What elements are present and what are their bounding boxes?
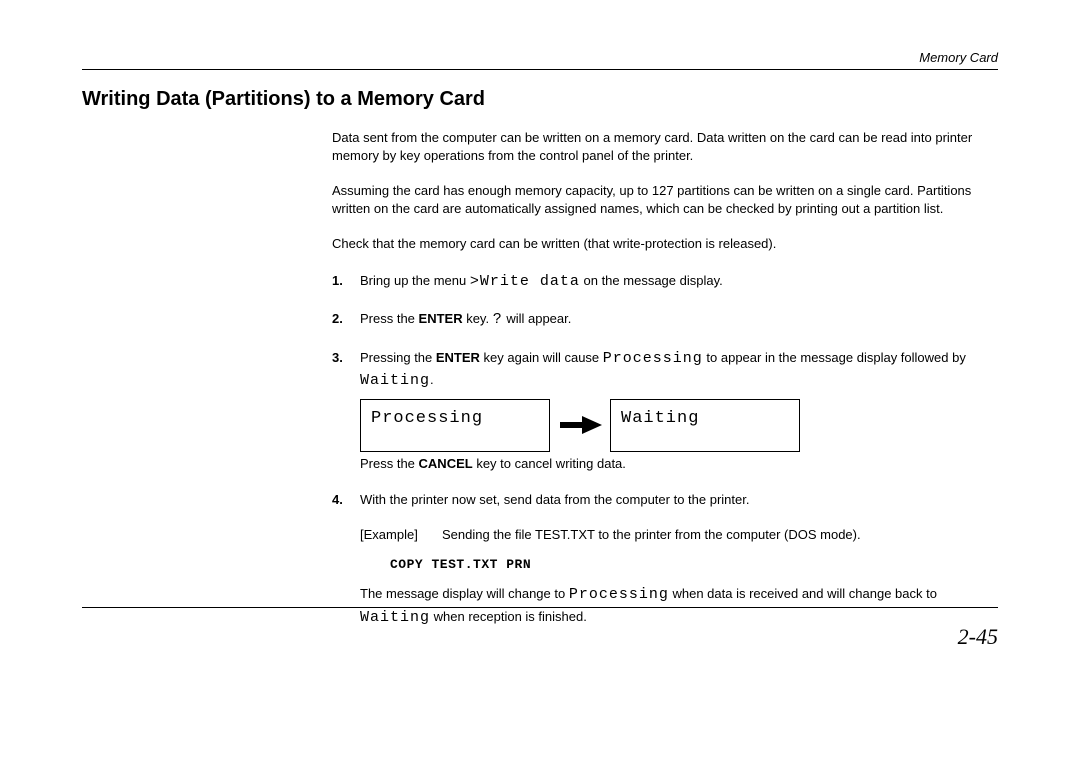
key-label: ENTER: [436, 350, 480, 365]
step-body: Bring up the menu >Write data on the mes…: [360, 271, 998, 294]
step-text: to appear in the message display followe…: [703, 350, 966, 365]
lcd-text: Waiting: [360, 609, 430, 626]
lcd-display-box: Waiting: [610, 399, 800, 453]
step-1: 1. Bring up the menu >Write data on the …: [332, 271, 998, 294]
example-row: [Example] Sending the file TEST.TXT to t…: [360, 525, 998, 545]
step-text: With the printer now set, send data from…: [360, 490, 998, 510]
lcd-text: ?: [493, 311, 503, 328]
lcd-display-text: Processing: [371, 409, 483, 428]
step-text: .: [430, 372, 434, 387]
step-text: when reception is finished.: [430, 609, 587, 624]
example-text: Sending the file TEST.TXT to the printer…: [442, 525, 861, 545]
step-2: 2. Press the ENTER key. ? will appear.: [332, 309, 998, 332]
step-text: will appear.: [503, 311, 572, 326]
step-text: key.: [463, 311, 493, 326]
lcd-display-box: Processing: [360, 399, 550, 453]
step-number: 4.: [332, 490, 360, 630]
body-content: Data sent from the computer can be writt…: [332, 129, 998, 629]
step-body: Pressing the ENTER key again will cause …: [360, 348, 998, 474]
step-text: The message display will change to: [360, 586, 569, 601]
step-text: Bring up the menu: [360, 273, 470, 288]
key-label: ENTER: [419, 311, 463, 326]
footer-rule: [82, 607, 998, 608]
page-number: 2-45: [958, 624, 998, 650]
steps-list: 1. Bring up the menu >Write data on the …: [332, 271, 998, 630]
lcd-display-row: Processing Waiting: [360, 399, 998, 453]
step-text: Pressing the: [360, 350, 436, 365]
key-label: CANCEL: [419, 456, 473, 471]
step-number: 1.: [332, 271, 360, 294]
cancel-note: Press the CANCEL key to cancel writing d…: [360, 454, 998, 474]
step-text: Press the: [360, 311, 419, 326]
header-rule: [82, 69, 998, 70]
intro-paragraph-1: Data sent from the computer can be writt…: [332, 129, 998, 164]
lcd-text: Waiting: [360, 372, 430, 389]
step-number: 2.: [332, 309, 360, 332]
lcd-text: Processing: [569, 586, 669, 603]
step-4: 4. With the printer now set, send data f…: [332, 490, 998, 630]
step-text: key to cancel writing data.: [473, 456, 626, 471]
document-page: Memory Card Writing Data (Partitions) to…: [0, 0, 1080, 674]
lcd-display-text: Waiting: [621, 409, 699, 428]
arrow-icon: [550, 416, 610, 434]
step-text: Press the: [360, 456, 419, 471]
step-text: on the message display.: [580, 273, 723, 288]
intro-paragraph-2: Assuming the card has enough memory capa…: [332, 182, 998, 217]
step-body: Press the ENTER key. ? will appear.: [360, 309, 998, 332]
page-title: Writing Data (Partitions) to a Memory Ca…: [82, 88, 998, 111]
lcd-text: >Write data: [470, 273, 580, 290]
intro-paragraph-3: Check that the memory card can be writte…: [332, 235, 998, 253]
lcd-text: Processing: [603, 350, 703, 367]
step-3: 3. Pressing the ENTER key again will cau…: [332, 348, 998, 474]
step-number: 3.: [332, 348, 360, 474]
command-line: COPY TEST.TXT PRN: [390, 555, 998, 575]
step-text: when data is received and will change ba…: [669, 586, 937, 601]
header-section-label: Memory Card: [82, 50, 998, 65]
example-label: [Example]: [360, 525, 442, 545]
step-text: key again will cause: [480, 350, 603, 365]
step-body: With the printer now set, send data from…: [360, 490, 998, 630]
